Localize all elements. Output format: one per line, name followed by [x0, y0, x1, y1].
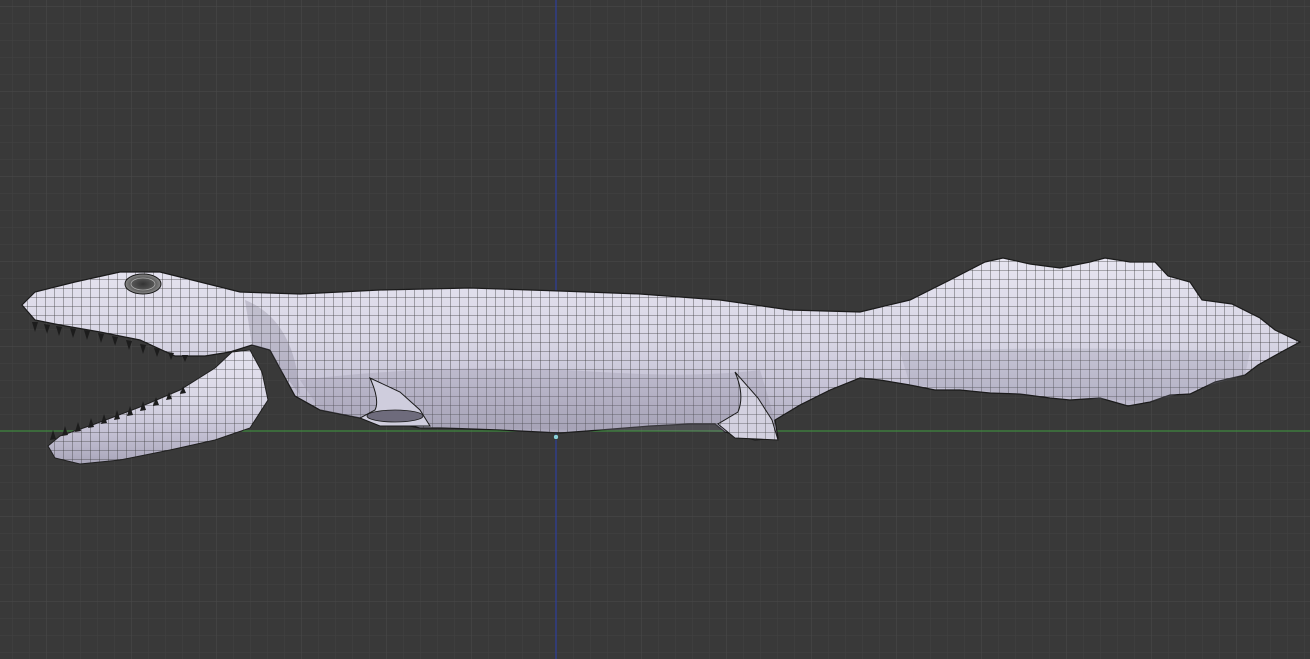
3d-viewport[interactable] [0, 0, 1310, 659]
front-foot [366, 409, 424, 423]
viewport-canvas[interactable] [0, 0, 1310, 659]
eye[interactable] [124, 273, 162, 295]
object-origin[interactable] [553, 434, 559, 440]
